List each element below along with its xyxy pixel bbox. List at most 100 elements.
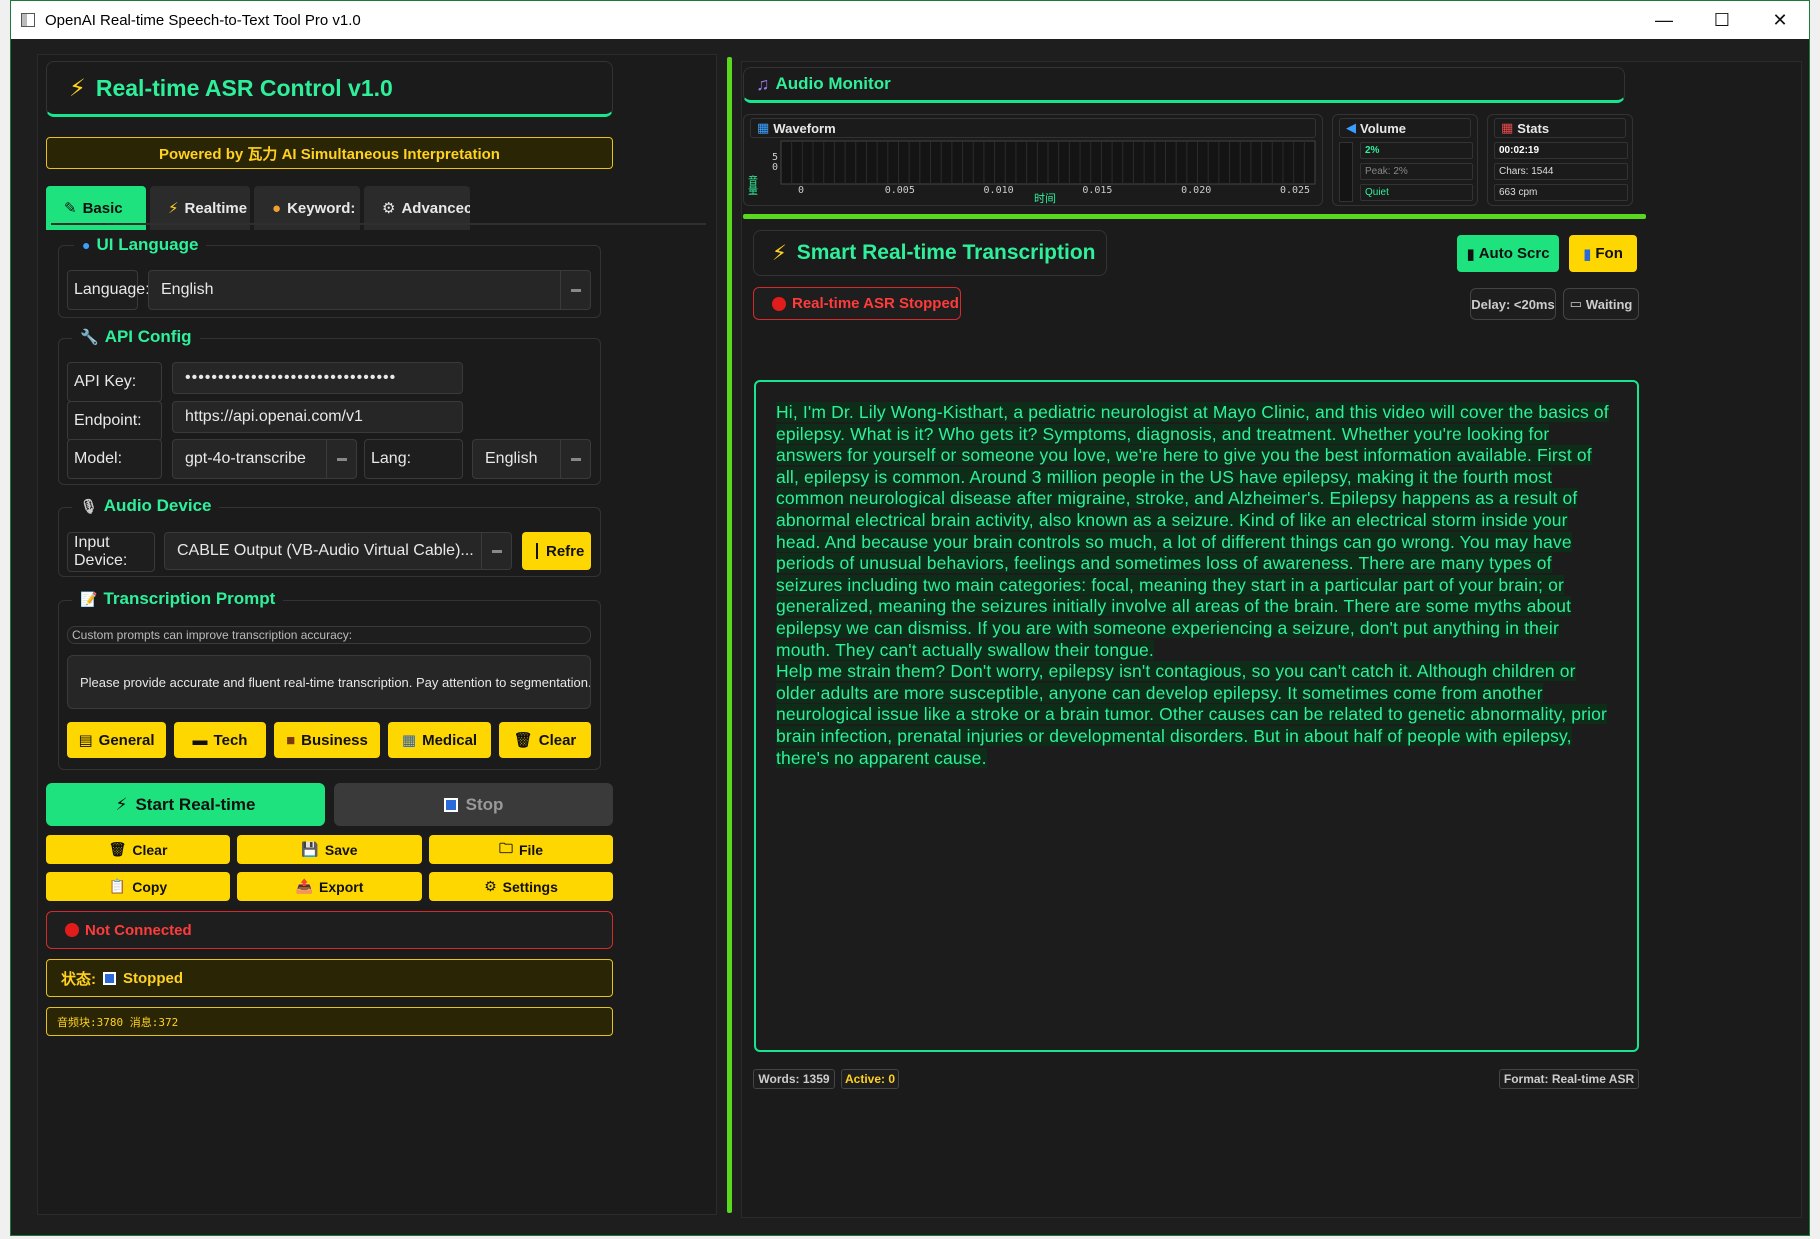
connection-text: Not Connected — [85, 921, 192, 939]
stats-panel: ▦ Stats 00:02:19 Chars: 1544 663 cpm — [1487, 114, 1633, 206]
transcript-paragraph: Help me strain them? Don't worry, epilep… — [776, 661, 1617, 769]
gear-icon: ⚙ — [484, 878, 497, 894]
speaker-icon: ◀ — [1346, 120, 1356, 135]
copy-label: Copy — [132, 878, 168, 895]
volume-meter — [1339, 142, 1353, 202]
export-button[interactable]: 📤 Export — [237, 872, 422, 901]
model-select[interactable]: gpt-4o-transcribe — [172, 439, 357, 479]
ui-language-title-text: UI Language — [96, 235, 199, 254]
preset-business-label: Business — [301, 731, 368, 749]
close-button[interactable]: ✕ — [1751, 1, 1809, 39]
save-button[interactable]: 💾 Save — [237, 835, 422, 864]
volume-value: 2% — [1360, 142, 1473, 159]
preset-medical-button[interactable]: ▦ Medical — [388, 722, 491, 758]
counters-bar: 音频块:3780 消息:372 — [46, 1007, 613, 1036]
waveform-xtick: 0.020 — [1181, 185, 1211, 196]
connection-status: Not Connected — [46, 911, 613, 949]
auto-scroll-button[interactable]: ▮ Auto Scrc — [1457, 235, 1559, 272]
lightning-icon: ⚡ — [772, 241, 787, 265]
stats-cpm: 663 cpm — [1494, 184, 1628, 201]
language-select[interactable]: English — [148, 270, 591, 310]
chevron-down-icon — [560, 440, 590, 478]
endpoint-label: Endpoint: — [67, 401, 162, 441]
powered-by-banner: Powered by 瓦力 AI Simultaneous Interpreta… — [46, 137, 613, 169]
lang-select[interactable]: English — [472, 439, 591, 479]
globe-icon: ● — [82, 237, 91, 253]
control-title: Real-time ASR Control v1.0 — [95, 74, 393, 101]
stop-button[interactable]: Stop — [334, 783, 613, 826]
tab-divider — [51, 223, 706, 225]
preset-business-button[interactable]: ■ Business — [274, 722, 380, 758]
lightning-icon: ⚡ — [69, 74, 86, 102]
app-icon — [21, 13, 35, 27]
file-label: File — [518, 841, 544, 858]
laptop-icon: ▬ — [192, 731, 208, 749]
start-realtime-button[interactable]: ⚡ Start Real-time — [46, 783, 325, 826]
trash-icon: 🗑 — [108, 841, 127, 857]
asr-status-text: Real-time ASR Stopped — [792, 295, 959, 312]
export-icon: 📤 — [295, 878, 314, 894]
tab-advanced-label: Advancec — [401, 199, 470, 217]
copy-button[interactable]: 📋 Copy — [46, 872, 230, 901]
export-label: Export — [319, 878, 364, 895]
panel-splitter[interactable] — [727, 57, 732, 1213]
waveform-xtick: 0.025 — [1280, 185, 1310, 196]
maximize-button[interactable]: ☐ — [1693, 1, 1751, 39]
transcript-paragraph-text: Help me strain them? Don't worry, epilep… — [776, 661, 1608, 768]
lightning-icon: ⚡ — [168, 200, 179, 217]
preset-tech-button[interactable]: ▬ Tech — [174, 722, 266, 758]
endpoint-input[interactable]: https://api.openai.com/v1 — [172, 401, 463, 433]
monitor-divider[interactable] — [743, 214, 1646, 219]
transcript-paragraph-text: Hi, I'm Dr. Lily Wong-Kisthart, a pediat… — [776, 402, 1609, 660]
audio-device-title: 🎙 Audio Device — [72, 495, 220, 517]
minimize-button[interactable]: — — [1635, 1, 1693, 39]
font-icon: ▮ — [1583, 245, 1592, 263]
preset-general-label: General — [98, 731, 155, 749]
waveform-xtick: 0 — [798, 185, 804, 196]
api-key-input[interactable]: •••••••••••••••••••••••••••••••• — [172, 362, 463, 394]
clear-label: Clear — [132, 841, 168, 858]
status-bar: 状态: Stopped — [46, 959, 613, 997]
refresh-button[interactable]: Refre — [522, 532, 591, 570]
chevron-down-icon — [560, 271, 590, 309]
stats-title: Stats — [1517, 120, 1550, 136]
scroll-icon: ▮ — [1466, 245, 1475, 263]
preset-clear-button[interactable]: 🗑 Clear — [499, 722, 591, 758]
api-config-title: 🔧 API Config — [72, 326, 200, 348]
settings-button[interactable]: ⚙ Settings — [429, 872, 613, 901]
waveform-xlabel: 时间 — [1034, 192, 1056, 205]
prompt-textarea[interactable]: Please provide accurate and fluent real-… — [67, 655, 591, 709]
briefcase-icon: ■ — [286, 731, 296, 749]
audio-monitor-title: Audio Monitor — [775, 74, 891, 93]
font-button[interactable]: ▮ Fon — [1569, 235, 1637, 272]
stop-label: Stop — [465, 794, 504, 814]
waveform-chart: 音量 5 0 0 0.005 0.010 0.015 0.020 0.025 时间 — [746, 140, 1316, 205]
model-value: gpt-4o-transcribe — [185, 450, 306, 467]
active-count: Active: 0 — [841, 1069, 899, 1089]
red-dot-icon — [65, 923, 79, 937]
preset-medical-label: Medical — [422, 731, 478, 749]
notepad-icon: 📝 — [80, 590, 98, 607]
chevron-down-icon — [481, 533, 511, 569]
transcript-text-area[interactable]: Hi, I'm Dr. Lily Wong-Kisthart, a pediat… — [754, 380, 1639, 1052]
lightning-icon: ⚡ — [115, 794, 128, 814]
preset-general-button[interactable]: ▤ General — [67, 722, 166, 758]
waveform-panel: ▦ Waveform 音量 5 0 0 0.005 0.010 0.015 0.020 0.… — [743, 114, 1323, 206]
folder-icon: 🗀 — [498, 839, 513, 856]
clear-button[interactable]: 🗑 Clear — [46, 835, 230, 864]
transcription-header: ⚡ Smart Real-time Transcription — [753, 230, 1107, 276]
lang-label: Lang: — [364, 439, 463, 479]
start-label: Start Real-time — [135, 794, 256, 814]
app-window: OpenAI Real-time Speech-to-Text Tool Pro… — [10, 0, 1810, 1236]
file-button[interactable]: 🗀 File — [429, 835, 613, 864]
pencil-icon: ✎ — [64, 200, 77, 217]
ui-language-title: ● UI Language — [74, 234, 207, 256]
waiting-text: Waiting — [1585, 296, 1633, 312]
input-device-value: CABLE Output (VB-Audio Virtual Cable)... — [177, 542, 474, 559]
input-device-select[interactable]: CABLE Output (VB-Audio Virtual Cable)... — [164, 532, 512, 570]
waiting-chip: ▭ Waiting — [1563, 288, 1639, 320]
volume-panel: ◀ Volume 2% Peak: 2% Quiet — [1332, 114, 1478, 206]
trash-icon: 🗑 — [513, 732, 533, 749]
cursor-icon — [536, 543, 538, 559]
volume-title-bar: ◀ Volume — [1339, 118, 1471, 138]
